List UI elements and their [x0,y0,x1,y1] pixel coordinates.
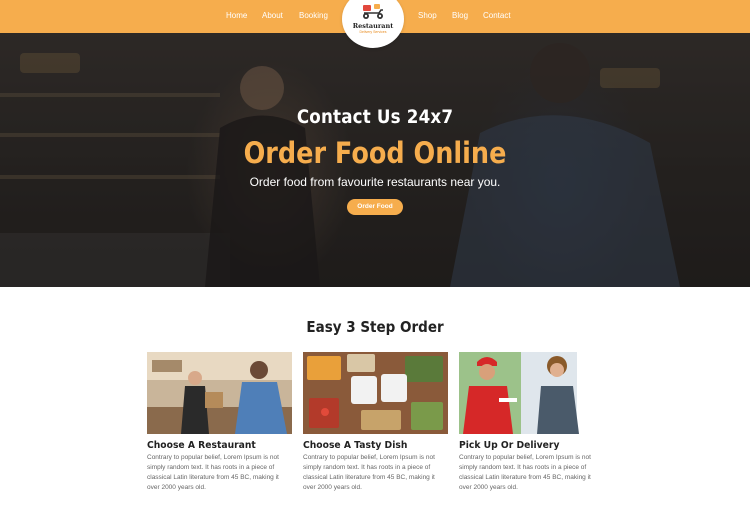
step-card-title: Pick Up Or Delivery [459,440,560,451]
restaurant-photo [147,352,292,434]
step-card-title: Choose A Restaurant [147,440,256,451]
step-card-title: Choose A Tasty Dish [303,440,408,451]
step-card-text: Contrary to popular belief, Lorem Ipsum … [303,454,435,491]
logo-subtitle: Delivery Services [359,30,387,34]
steps-section-title: Easy 3 Step Order [306,318,444,336]
nav-link-home[interactable]: Home [226,11,247,20]
hero-banner: Contact Us 24x7 Order Food Online Order … [0,33,750,287]
step-card-restaurant: Choose A Restaurant Contrary to popular … [147,352,292,493]
nav-link-contact[interactable]: Contact [483,11,511,20]
order-food-button[interactable]: Order Food [347,199,403,215]
hero-kicker: Contact Us 24x7 [296,106,454,128]
hero-title: Order Food Online [243,136,507,170]
scooter-icon [363,4,383,19]
step-card-text: Contrary to popular belief, Lorem Ipsum … [459,454,591,491]
step-card-text: Contrary to popular belief, Lorem Ipsum … [147,454,279,491]
nav-link-about[interactable]: About [262,11,283,20]
hero-subtitle: Order food from favourite restaurants ne… [249,175,501,189]
step-card-dish: Choose A Tasty Dish Contrary to popular … [303,352,448,493]
nav-link-booking[interactable]: Booking [299,11,328,20]
nav-link-shop[interactable]: Shop [418,11,437,20]
dish-photo [303,352,448,434]
step-card-delivery: Pick Up Or Delivery Contrary to popular … [459,352,604,493]
logo-title: Restaurant [352,22,394,30]
delivery-photo [459,352,604,434]
nav-link-blog[interactable]: Blog [452,11,468,20]
